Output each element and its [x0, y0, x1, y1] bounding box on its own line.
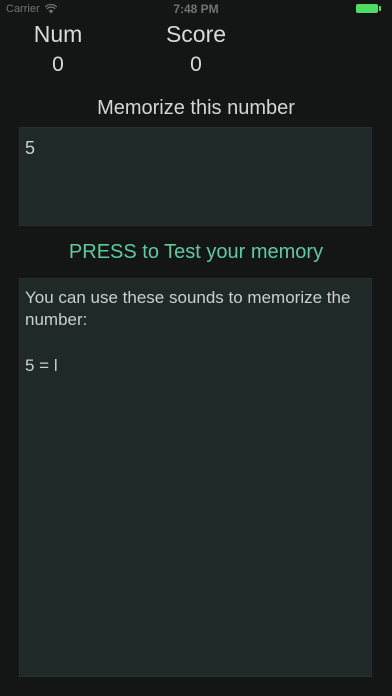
battery-tip	[379, 6, 381, 11]
hint-panel[interactable]: You can use these sounds to memorize the…	[19, 278, 372, 677]
hint-mapping: 5 = l	[25, 356, 58, 375]
num-value: 0	[52, 53, 64, 76]
number-display: 5	[25, 138, 36, 158]
status-bar: Carrier 7:48 PM	[0, 0, 392, 18]
num-label: Num	[33, 21, 83, 47]
score-stat: Score 0	[136, 20, 256, 78]
number-display-panel: 5	[19, 127, 372, 226]
memorize-prompt: Memorize this number	[97, 97, 295, 119]
status-time: 7:48 PM	[173, 2, 219, 16]
score-value: 0	[190, 53, 202, 76]
test-memory-button[interactable]: PRESS to Test your memory	[0, 239, 392, 265]
score-label: Score	[165, 21, 227, 47]
num-stat: Num 0	[0, 20, 118, 78]
hint-intro: You can use these sounds to memorize the…	[25, 288, 351, 329]
battery-icon	[356, 4, 378, 13]
